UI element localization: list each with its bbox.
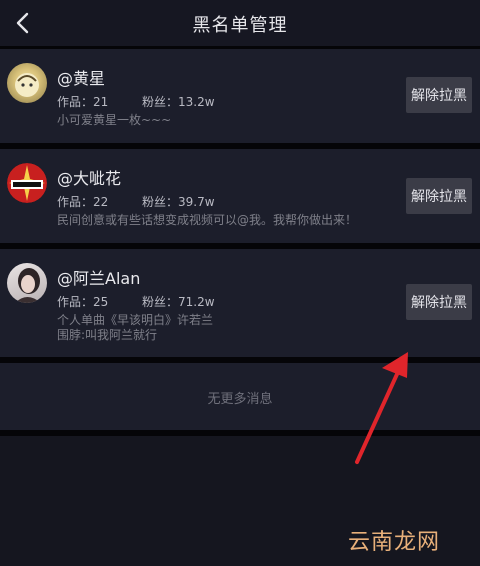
user-bio: 民间创意或有些话想变成视频可以@我。我帮你做出来！ [57,213,358,227]
unblock-button[interactable]: 解除拉黑 [406,284,472,320]
no-more-text: 无更多消息 [207,392,273,407]
user-name[interactable]: @大呲花 [57,165,121,189]
works-count: 作品：25 [57,295,109,309]
avatar[interactable] [7,63,47,103]
fans-count: 粉丝：13.2w [142,95,215,109]
avatar-image [7,163,47,203]
works-count: 作品：21 [57,95,109,109]
user-name[interactable]: @阿兰Alan [57,265,140,289]
header-bar: 黑名单管理 [0,0,480,46]
avatar-image [15,73,39,97]
unblock-button[interactable]: 解除拉黑 [406,77,472,113]
list-item-2: @大呲花 作品：22 粉丝：39.7w 民间创意或有些话想变成视频可以@我。我帮… [0,149,480,243]
avatar[interactable] [7,263,47,303]
avatar-image [15,268,41,303]
list-item-1: @黄星 作品：21 粉丝：13.2w 小可爱黄星一枚~~~ 解除拉黑 [0,49,480,143]
watermark-text: 云南龙网 [348,530,441,555]
user-bio-line-2: 围脖:叫我阿兰就行 [57,328,158,342]
unblock-button[interactable]: 解除拉黑 [406,178,472,214]
works-count: 作品：22 [57,195,109,209]
avatar[interactable] [7,163,47,203]
fans-count: 粉丝：71.2w [142,295,215,309]
list-item-3: @阿兰Alan 作品：25 粉丝：71.2w 个人单曲《早该明白》许若兰 围脖:… [0,249,480,357]
user-bio: 个人单曲《早该明白》许若兰 [57,313,214,327]
fans-count: 粉丝：39.7w [142,195,215,209]
user-name[interactable]: @黄星 [57,65,105,89]
page-title: 黑名单管理 [192,15,288,36]
user-bio: 小可爱黄星一枚~~~ [57,113,172,127]
